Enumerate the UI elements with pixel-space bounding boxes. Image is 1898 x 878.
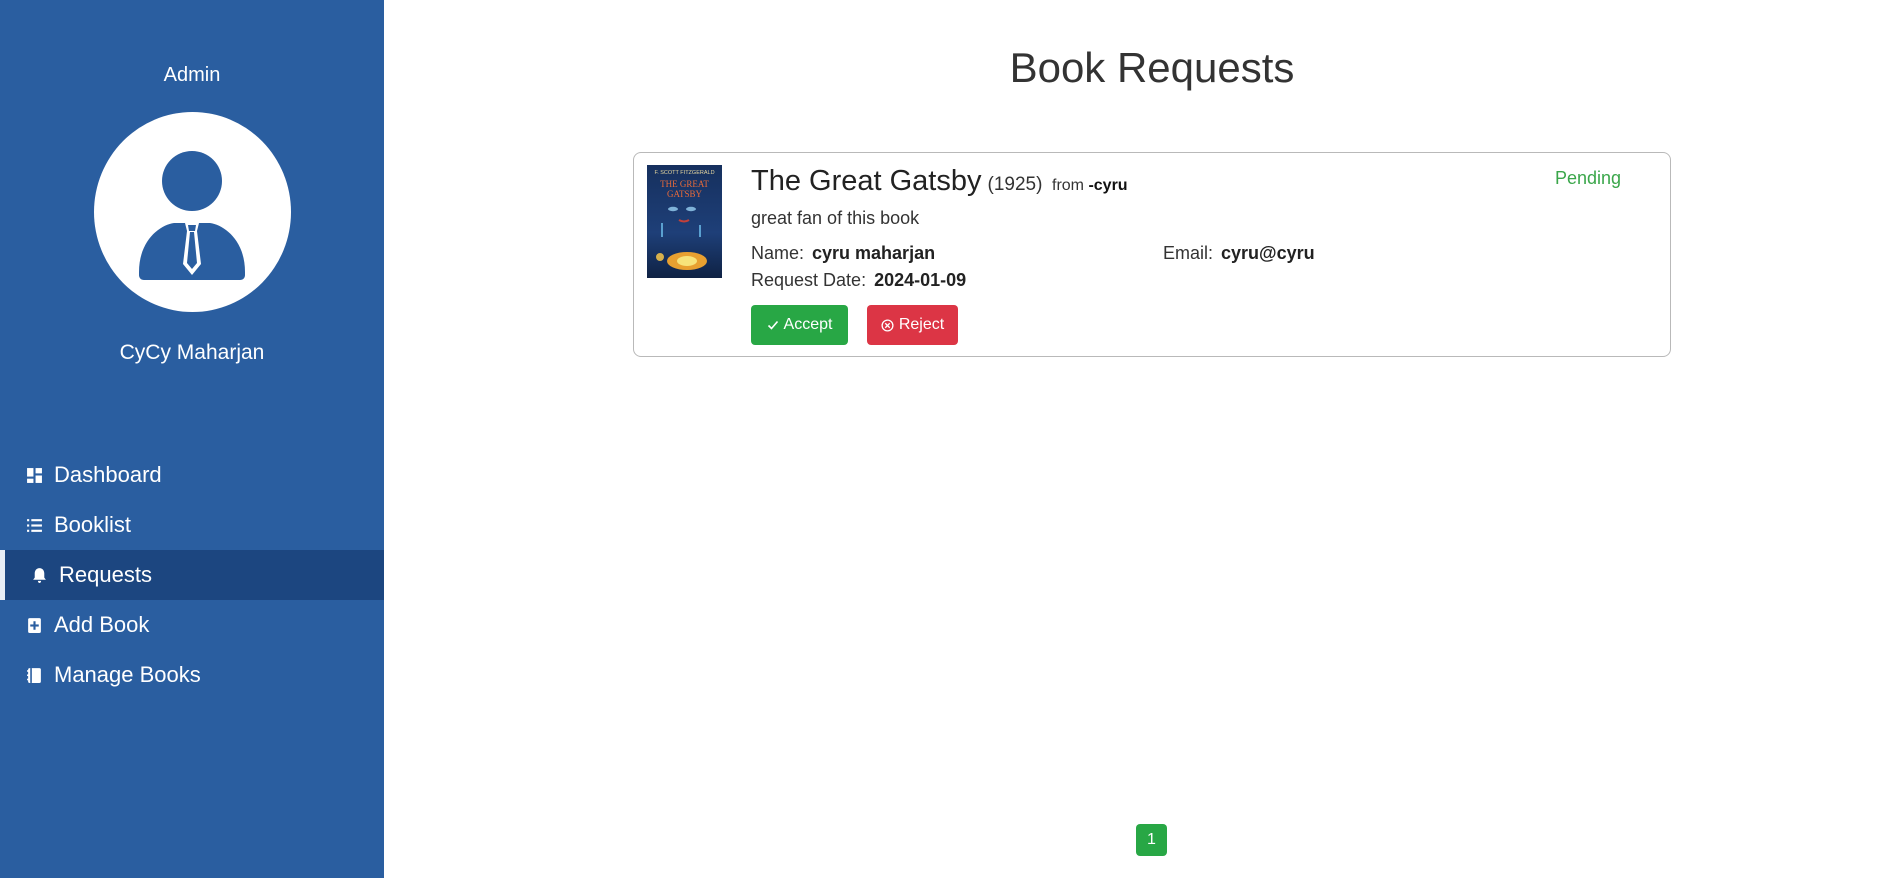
from-user: -cyru: [1088, 177, 1128, 194]
sidebar-item-add-book[interactable]: Add Book: [0, 600, 384, 650]
sidebar-item-label: Booklist: [54, 512, 132, 537]
request-date: 2024-01-09: [874, 270, 967, 290]
requester-name: cyru maharjan: [812, 243, 936, 263]
circle-x-icon: [881, 318, 894, 332]
requester-email: cyru@cyru: [1221, 243, 1315, 263]
email-label: Email:: [1163, 243, 1214, 263]
book-cover-image: F. SCOTT FITZGERALD THE GREAT GATSBY: [647, 165, 722, 278]
page-title: Book Requests: [1009, 44, 1295, 91]
avatar: [94, 112, 291, 312]
sidebar-item-dashboard[interactable]: Dashboard: [0, 450, 384, 500]
sidebar: Admin CyCy Maharjan Dashboard Booklist R…: [0, 0, 384, 878]
book-title-row: The Great Gatsby (1925): [751, 165, 1042, 198]
request-message: great fan of this book: [751, 208, 920, 228]
check-icon: [767, 320, 778, 330]
sidebar-item-label: Add Book: [54, 612, 150, 637]
name-row: Name: cyru maharjan: [751, 243, 935, 264]
reject-label: Reject: [898, 316, 945, 333]
sidebar-item-requests[interactable]: Requests: [0, 550, 384, 600]
sidebar-nav: Dashboard Booklist Requests Add Book Man…: [0, 450, 384, 700]
accept-button[interactable]: Accept: [751, 305, 848, 345]
dashboard-icon: [27, 467, 42, 483]
sidebar-item-label: Dashboard: [54, 462, 162, 487]
date-row: Request Date: 2024-01-09: [751, 270, 966, 291]
from-label: from: [1052, 177, 1084, 194]
cover-title-2: GATSBY: [667, 189, 703, 199]
bell-icon: [33, 567, 46, 583]
name-label: Name:: [751, 243, 805, 263]
book-title: The Great Gatsby: [751, 165, 982, 197]
email-row: Email: cyru@cyru: [1163, 243, 1315, 264]
sidebar-item-label: Manage Books: [54, 662, 201, 687]
book-icon: [27, 667, 41, 683]
request-card: F. SCOTT FITZGERALD THE GREAT GATSBY The…: [633, 152, 1671, 357]
main-content: Book Requests F. SCOTT FITZGERALD THE GR…: [384, 0, 1898, 878]
cover-title-1: THE GREAT: [660, 179, 709, 189]
cover-author: F. SCOTT FITZGERALD: [654, 170, 714, 176]
user-role: Admin: [163, 64, 221, 86]
date-label: Request Date:: [751, 270, 867, 290]
requester-from: from -cyru: [1052, 177, 1128, 195]
book-year: (1925): [987, 174, 1043, 195]
list-icon: [27, 518, 42, 532]
reject-button[interactable]: Reject: [867, 305, 958, 345]
status-badge: Pending: [1555, 168, 1622, 188]
user-avatar-icon: [139, 151, 245, 280]
sidebar-item-manage-books[interactable]: Manage Books: [0, 650, 384, 700]
username: CyCy Maharjan: [119, 341, 265, 364]
sidebar-item-label: Requests: [59, 562, 152, 587]
pagination-page-1[interactable]: 1: [1136, 824, 1167, 856]
sidebar-item-booklist[interactable]: Booklist: [0, 500, 384, 550]
add-book-icon: [28, 617, 41, 633]
accept-label: Accept: [783, 316, 833, 333]
